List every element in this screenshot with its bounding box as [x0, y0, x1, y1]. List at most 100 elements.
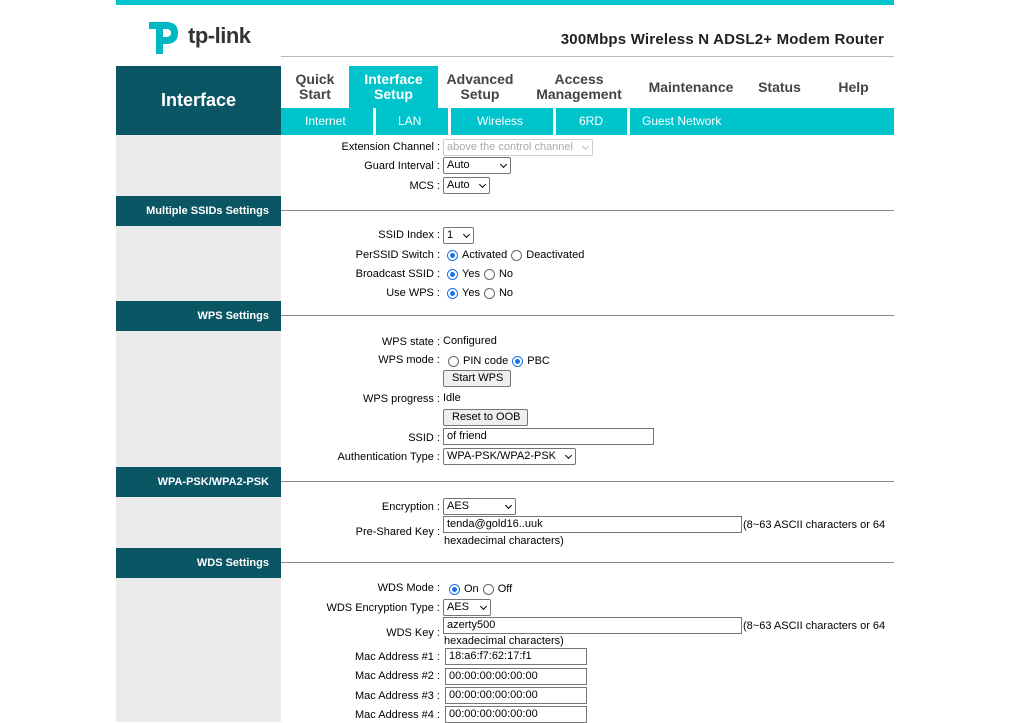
submenu-separator: [373, 108, 376, 135]
wps-pin-radio[interactable]: [448, 355, 459, 367]
psk-input[interactable]: tenda@gold16..uuk: [443, 516, 742, 533]
submenu-6rd[interactable]: 6RD: [579, 108, 603, 135]
wps-pbc-label: PBC: [527, 355, 550, 367]
extension-channel-control: above the control channel: [443, 139, 593, 156]
wds-encryption-select[interactable]: AES: [443, 599, 491, 616]
broadcast-ssid-label: Broadcast SSID :: [355, 268, 440, 280]
wds-key-hint-line1: (8~63 ASCII characters or 64: [743, 620, 886, 632]
wps-ssid-input[interactable]: of friend: [443, 428, 654, 445]
mac4-control: 00:00:00:00:00:00: [445, 706, 587, 723]
wps-ssid-control: of friend: [443, 428, 654, 445]
psk-hint-line1: (8~63 ASCII characters or 64: [743, 519, 886, 531]
submenu-separator: [553, 108, 556, 135]
auth-type-select[interactable]: WPA-PSK/WPA2-PSK: [443, 448, 576, 465]
mac1-label: Mac Address #1 :: [355, 651, 440, 663]
mac2-input[interactable]: 00:00:00:00:00:00: [445, 668, 587, 685]
wds-encryption-label: WDS Encryption Type :: [326, 602, 440, 614]
submenu-guest-network[interactable]: Guest Network: [642, 108, 721, 135]
mac2-label: Mac Address #2 :: [355, 670, 440, 682]
perssid-switch-control: Activated Deactivated: [447, 249, 588, 261]
perssid-deactivated-radio[interactable]: [511, 249, 523, 261]
perssid-activated-label: Activated: [462, 249, 508, 261]
broadcast-no-label: No: [498, 268, 514, 280]
multiple-ssids-header: Multiple SSIDs Settings: [116, 196, 281, 226]
wps-progress-label: WPS progress :: [362, 393, 440, 405]
wps-mode-label: WPS mode :: [378, 354, 440, 366]
mac1-control: 18:a6:f7:62:17:f1: [445, 648, 587, 665]
ssid-index-control: 1: [443, 227, 474, 244]
guard-interval-control: Auto: [443, 157, 511, 174]
section-divider: [281, 210, 894, 211]
wds-on-radio[interactable]: [449, 583, 460, 595]
menu-status[interactable]: Status: [746, 66, 813, 108]
start-wps-control: Start WPS: [443, 370, 511, 387]
section-divider: [281, 562, 894, 563]
wds-mode-label: WDS Mode :: [377, 582, 440, 594]
mac1-input[interactable]: 18:a6:f7:62:17:f1: [445, 648, 587, 665]
tp-link-logo: tp-link: [146, 16, 251, 56]
wds-encryption-control: AES: [443, 599, 491, 616]
use-wps-label: Use WPS :: [386, 287, 440, 299]
tp-link-logo-icon: [149, 22, 178, 54]
encryption-select[interactable]: AES: [443, 498, 516, 515]
wds-on-label: On: [464, 583, 479, 595]
section-divider: [281, 481, 894, 482]
submenu-lan[interactable]: LAN: [398, 108, 421, 135]
wps-pbc-radio[interactable]: [512, 355, 524, 367]
wds-key-hint-line2: hexadecimal characters): [444, 635, 564, 647]
menu-advanced-setup[interactable]: Advanced Setup: [438, 66, 522, 108]
perssid-switch-label: PerSSID Switch :: [355, 249, 440, 261]
wps-settings-header: WPS Settings: [116, 301, 281, 331]
wps-ssid-label: SSID :: [408, 432, 440, 444]
submenu-wireless[interactable]: Wireless: [477, 108, 523, 135]
ssid-index-select[interactable]: 1: [443, 227, 474, 244]
wps-progress-control: Idle: [443, 392, 461, 404]
mac4-input[interactable]: 00:00:00:00:00:00: [445, 706, 587, 723]
menu-access-management[interactable]: Access Management: [522, 66, 636, 108]
mcs-select[interactable]: Auto: [443, 177, 490, 194]
wds-off-radio[interactable]: [482, 583, 494, 595]
use-wps-yes-radio[interactable]: [447, 287, 458, 299]
use-wps-no-label: No: [498, 287, 514, 299]
mac4-label: Mac Address #4 :: [355, 709, 440, 721]
router-admin-page: tp-link 300Mbps Wireless N ADSL2+ Modem …: [116, 0, 894, 723]
psk-control: tenda@gold16..uuk: [443, 516, 742, 533]
section-divider: [281, 315, 894, 316]
submenu-separator: [448, 108, 451, 135]
submenu-internet[interactable]: Internet: [305, 108, 346, 135]
mcs-control: Auto: [443, 177, 490, 194]
mac3-input[interactable]: 00:00:00:00:00:00: [445, 687, 587, 704]
menu-quick-start[interactable]: Quick Start: [281, 66, 349, 108]
broadcast-no-radio[interactable]: [483, 268, 495, 280]
wps-state-control: Configured: [443, 335, 497, 347]
broadcast-yes-radio[interactable]: [447, 268, 458, 280]
wds-key-label: WDS Key :: [386, 627, 440, 639]
use-wps-yes-label: Yes: [462, 287, 480, 299]
encryption-control: AES: [443, 498, 516, 515]
sub-menu: Internet LAN Wireless 6RD Guest Network: [281, 108, 894, 135]
start-wps-button[interactable]: Start WPS: [443, 370, 511, 387]
use-wps-no-radio[interactable]: [483, 287, 495, 299]
reset-oob-control: Reset to OOB: [443, 409, 528, 426]
wds-key-input[interactable]: azerty500: [443, 617, 742, 634]
menu-help[interactable]: Help: [813, 66, 894, 108]
mcs-label: MCS :: [409, 180, 440, 192]
mac3-control: 00:00:00:00:00:00: [445, 687, 587, 704]
psk-hint-line2: hexadecimal characters): [444, 535, 564, 547]
perssid-deactivated-label: Deactivated: [526, 249, 585, 261]
ssid-index-label: SSID Index :: [378, 229, 440, 241]
menu-maintenance[interactable]: Maintenance: [636, 66, 746, 108]
wpa-psk-header: WPA-PSK/WPA2-PSK: [116, 467, 281, 497]
perssid-activated-radio[interactable]: [447, 249, 458, 261]
guard-interval-select[interactable]: Auto: [443, 157, 511, 174]
menu-interface-setup[interactable]: Interface Setup: [349, 66, 438, 108]
wds-off-label: Off: [497, 583, 513, 595]
reset-oob-button[interactable]: Reset to OOB: [443, 409, 528, 426]
top-accent-bar: [116, 0, 894, 5]
submenu-separator: [627, 108, 630, 135]
model-name: 300Mbps Wireless N ADSL2+ Modem Router: [560, 31, 884, 48]
psk-label: Pre-Shared Key :: [355, 526, 440, 538]
wds-key-control: azerty500: [443, 617, 742, 634]
extension-channel-select[interactable]: above the control channel: [443, 139, 593, 156]
wds-mode-control: On Off: [449, 583, 516, 595]
